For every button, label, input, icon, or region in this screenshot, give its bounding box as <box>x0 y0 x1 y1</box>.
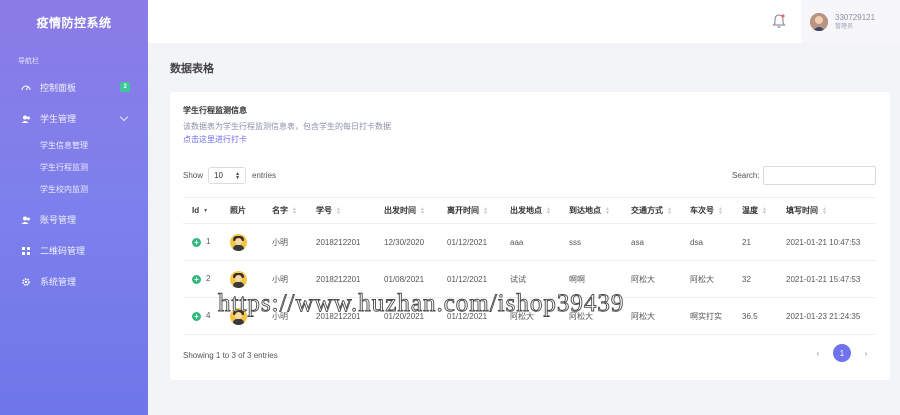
student-photo <box>230 270 247 288</box>
cell-train-number: 阿松大 <box>681 260 733 298</box>
sort-icon: ▲ ▼ <box>546 205 551 216</box>
sort-icon: ▲ ▼ <box>336 205 341 216</box>
gauge-icon <box>20 82 32 94</box>
student-photo <box>230 233 247 251</box>
page-length-select[interactable]: 10 ▲ ▼ <box>208 167 247 184</box>
entries-length-control: Show 10 ▲ ▼ entries <box>183 167 276 184</box>
avatar <box>810 12 828 31</box>
expand-row-icon[interactable]: + <box>192 311 201 321</box>
page-1-button[interactable]: 1 <box>833 344 851 362</box>
cell-transport: 阿松大 <box>622 297 681 335</box>
column-header-temperature[interactable]: 温度 ▲ ▼ <box>733 197 777 224</box>
app-title: 疫情防控系统 <box>36 15 112 30</box>
cell-transport: asa <box>622 223 681 261</box>
user-menu[interactable]: 330729121 管理员 <box>801 0 900 43</box>
column-header-arrival-place[interactable]: 到达地点 ▲ ▼ <box>560 197 622 224</box>
cell-id: 4 <box>206 311 211 321</box>
cell-departure-time: 12/30/2020 <box>375 223 438 261</box>
cell-id: 2 <box>206 274 211 284</box>
column-header-transport[interactable]: 交通方式 ▲ ▼ <box>622 197 681 224</box>
nav-caption: 导航栏 <box>18 58 39 65</box>
card-title: 学生行程监测信息 <box>183 106 247 115</box>
column-header-departure-time[interactable]: 出发时间 ▲ ▼ <box>375 197 438 224</box>
sidebar-item-label: 二维码管理 <box>40 246 86 256</box>
column-header-student-id[interactable]: 学号 ▲ ▼ <box>307 197 375 224</box>
table-row[interactable]: +1 小明 2018212201 12/30/2020 01/12/2021 a… <box>183 223 876 261</box>
cell-train-number: 啊实打实 <box>681 297 733 335</box>
bell-icon[interactable] <box>772 13 786 29</box>
sort-icon: ▲ ▼ <box>420 205 425 216</box>
cell-temperature: 36.5 <box>733 297 777 335</box>
cell-fill-time: 2021-01-23 21:24:35 <box>777 297 876 335</box>
entries-label: entries <box>252 171 277 180</box>
sort-icon: ▲ ▼ <box>483 205 488 216</box>
cell-arrival-place: sss <box>560 223 622 261</box>
cell-fill-time: 2021-01-21 10:47:53 <box>777 223 876 261</box>
expand-row-icon[interactable]: + <box>192 274 201 284</box>
sidebar-subitem-student-info[interactable]: 学生信息管理 <box>0 134 148 156</box>
page-title: 数据表格 <box>170 63 214 75</box>
table-info: Showing 1 to 3 of 3 entries <box>183 351 278 360</box>
card-description: 该数据表为学生行程监测信息表，包含学生的每日打卡数据 <box>183 122 391 131</box>
cell-name: 小明 <box>263 223 307 261</box>
cell-departure-place: aaa <box>501 223 560 261</box>
pagination: ‹ 1 › <box>806 344 878 362</box>
select-arrows-icon: ▲ ▼ <box>235 170 241 181</box>
watermark: https://www.huzhan.com/ishop39439 <box>218 290 625 318</box>
show-label: Show <box>183 171 204 180</box>
next-page-button[interactable]: › <box>857 344 875 362</box>
user-role: 管理员 <box>835 23 854 30</box>
sidebar-item-qrcode-management[interactable]: 二维码管理 <box>0 235 148 266</box>
sidebar-subitem-student-campus[interactable]: 学生校内监测 <box>0 178 148 200</box>
sort-icon: ▲ ▼ <box>667 205 672 216</box>
data-card: 学生行程监测信息 该数据表为学生行程监测信息表，包含学生的每日打卡数据 点击这里… <box>170 92 890 380</box>
sidebar: 疫情防控系统 导航栏 控制面板 3 学生管理 学生信息管理 学生行程监测 学生校… <box>0 0 148 415</box>
sort-icon: ▲ ▼ <box>718 205 723 216</box>
column-header-train-number[interactable]: 车次号 ▲ ▼ <box>681 197 733 224</box>
previous-page-button[interactable]: ‹ <box>809 344 827 362</box>
sidebar-item-label: 账号管理 <box>40 215 77 225</box>
top-bar <box>148 0 900 43</box>
username: 330729121 <box>835 12 876 22</box>
cell-transport: 阿松大 <box>622 260 681 298</box>
users-icon <box>20 214 32 226</box>
cell-leave-time: 01/12/2021 <box>438 223 501 261</box>
sidebar-subitem-student-itinerary[interactable]: 学生行程监测 <box>0 156 148 178</box>
cell-student-id: 2018212201 <box>307 223 375 261</box>
users-icon <box>20 113 32 125</box>
column-header-departure-place[interactable]: 出发地点 ▲ ▼ <box>501 197 560 224</box>
cell-temperature: 21 <box>733 223 777 261</box>
search-input[interactable] <box>763 166 876 185</box>
sidebar-item-label: 系统管理 <box>40 277 77 287</box>
sort-icon: ▲ ▼ <box>292 205 297 216</box>
gear-icon <box>20 276 32 288</box>
grid-icon <box>20 245 32 257</box>
sort-asc-icon: ▼ <box>203 207 209 214</box>
column-header-name[interactable]: 名字 ▲ ▼ <box>263 197 307 224</box>
sidebar-item-account-management[interactable]: 账号管理 <box>0 204 148 235</box>
page-length-value: 10 <box>214 171 223 180</box>
sidebar-item-label: 控制面板 <box>40 83 77 93</box>
cell-train-number: dsa <box>681 223 733 261</box>
column-header-photo: 照片 <box>221 197 263 224</box>
search-label: Search: <box>732 171 760 180</box>
cell-fill-time: 2021-01-21 15:47:53 <box>777 260 876 298</box>
sidebar-item-label: 学生管理 <box>40 114 77 124</box>
table-header-row: Id ▼ 照片 名字 ▲ ▼ 学号 ▲ ▼ 出发时间 ▲ ▼ 离开时间 ▲ ▼ 出发地点 ▲ ▼ 到达… <box>183 197 876 224</box>
expand-row-icon[interactable]: + <box>192 237 201 247</box>
sort-icon: ▲ ▼ <box>762 205 767 216</box>
cell-temperature: 32 <box>733 260 777 298</box>
check-in-link[interactable]: 点击这里进行打卡 <box>183 134 247 145</box>
sort-icon: ▲ ▼ <box>822 205 827 216</box>
column-header-fill-time[interactable]: 填写时间 ▲ ▼ <box>777 197 876 224</box>
sort-icon: ▲ ▼ <box>605 205 610 216</box>
column-header-leave-time[interactable]: 离开时间 ▲ ▼ <box>438 197 501 224</box>
sidebar-item-dashboard[interactable]: 控制面板 3 <box>0 72 148 103</box>
cell-id: 1 <box>206 237 211 247</box>
sidebar-item-system-management[interactable]: 系统管理 <box>0 266 148 297</box>
notification-badge: 3 <box>120 82 130 92</box>
chevron-down-icon <box>119 112 129 122</box>
sidebar-item-student-management[interactable]: 学生管理 <box>0 103 148 134</box>
column-header-id[interactable]: Id ▼ <box>183 197 221 224</box>
